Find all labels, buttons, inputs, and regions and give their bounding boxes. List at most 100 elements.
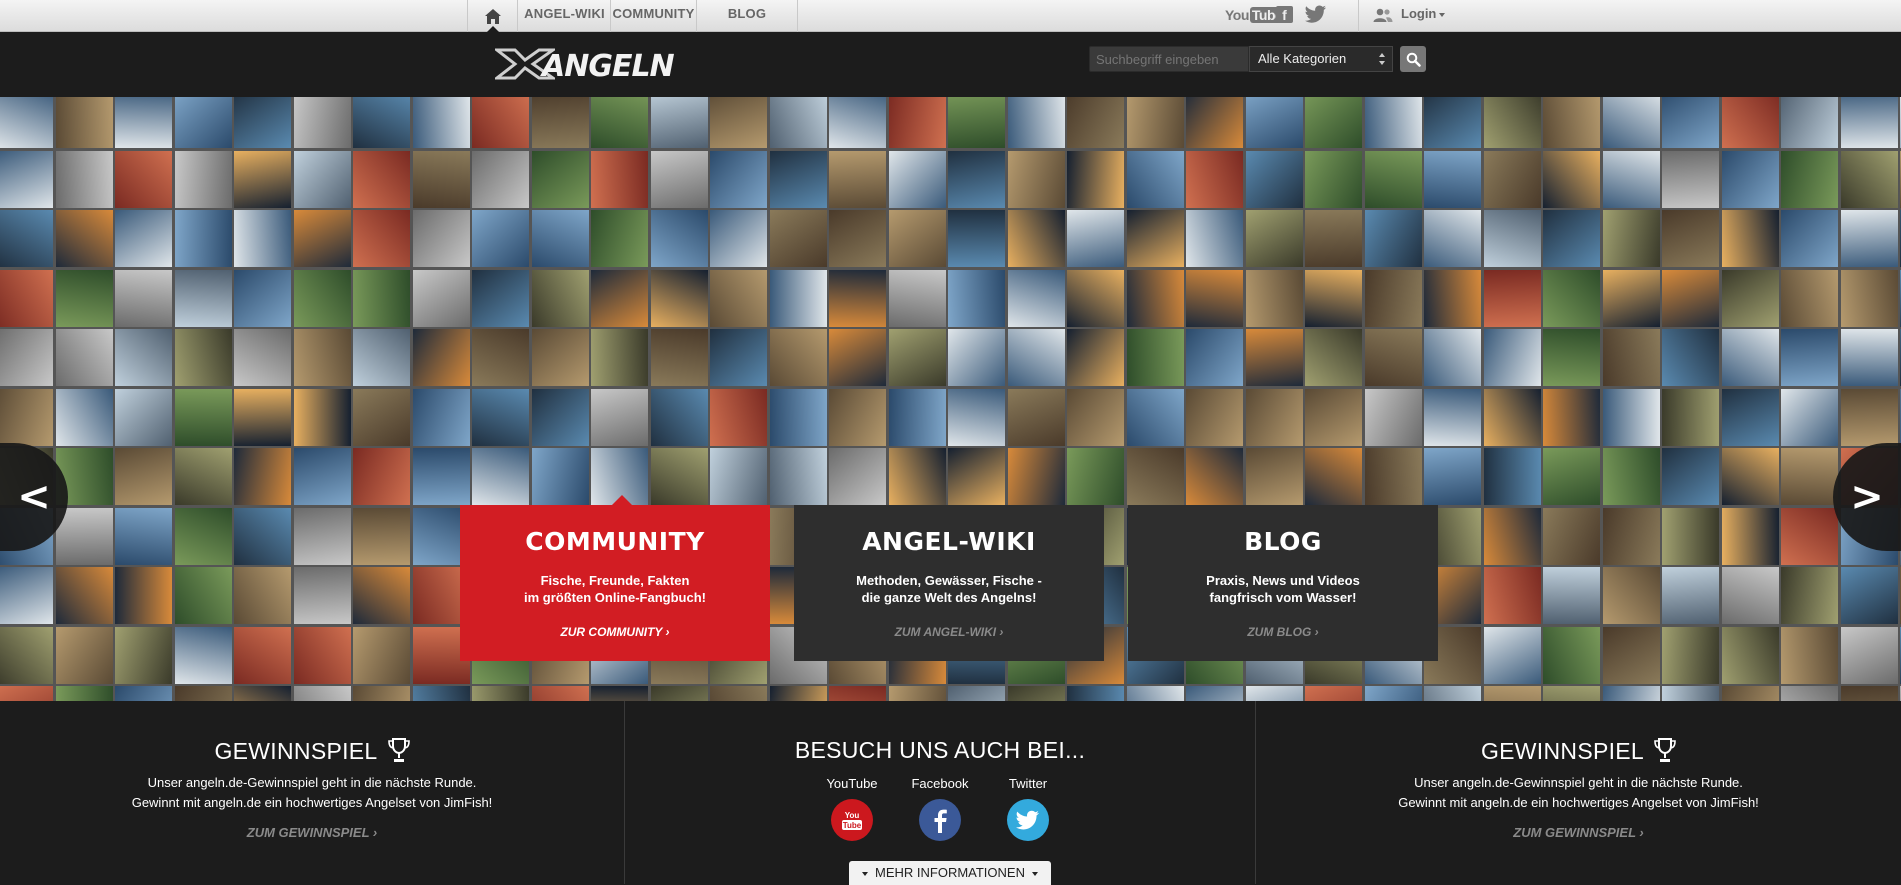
mosaic-photo-tile — [1662, 686, 1719, 701]
community-line-1: Fische, Freunde, Fakten — [540, 573, 690, 588]
mosaic-photo-tile — [1483, 388, 1541, 446]
mosaic-photo-tile — [1245, 97, 1303, 148]
mosaic-photo-tile — [1067, 388, 1124, 446]
mosaic-photo-tile — [472, 388, 529, 446]
contest-title: GEWINNSPIEL — [214, 737, 378, 764]
mosaic-photo-tile — [829, 686, 886, 701]
nav-community[interactable]: COMMUNITY — [611, 0, 697, 32]
wiki-link[interactable]: ZUM ANGEL-WIKI › — [794, 625, 1104, 639]
mosaic-photo-tile — [174, 626, 232, 684]
nav-blog[interactable]: BLOG — [697, 0, 798, 32]
mosaic-photo-tile — [1245, 388, 1303, 446]
mosaic-photo-tile — [1543, 329, 1600, 386]
mosaic-photo-tile — [1245, 150, 1303, 208]
mosaic-photo-tile — [829, 269, 886, 327]
mosaic-photo-tile — [1662, 329, 1719, 386]
mosaic-photo-tile — [1126, 686, 1184, 701]
mosaic-photo-tile — [948, 210, 1005, 267]
mosaic-photo-tile — [293, 97, 351, 148]
mosaic-photo-tile — [174, 269, 232, 327]
chevron-down-icon — [862, 871, 868, 876]
mosaic-photo-tile — [1007, 448, 1065, 505]
contest-title-row: GEWINNSPIEL — [1256, 737, 1901, 765]
mosaic-photo-tile — [888, 388, 946, 446]
trophy-icon — [387, 738, 410, 762]
mosaic-photo-tile — [1662, 448, 1719, 505]
mosaic-photo-tile — [0, 626, 53, 684]
contest-line-1: Unser angeln.de-Gewinnspiel geht in die … — [147, 775, 477, 790]
twitter-top-icon[interactable] — [1305, 5, 1327, 28]
contest-link[interactable]: ZUM GEWINNSPIEL › — [0, 825, 624, 840]
mosaic-photo-tile — [1067, 329, 1124, 386]
mosaic-photo-tile — [591, 686, 648, 701]
mosaic-photo-tile — [769, 388, 827, 446]
chevron-left-icon: < — [17, 474, 51, 520]
mosaic-photo-tile — [353, 448, 410, 505]
mosaic-photo-tile — [0, 329, 53, 386]
facebook-top-icon[interactable]: f — [1276, 6, 1293, 23]
blog-panel[interactable]: BLOG Praxis, News und Videos fangfrisch … — [1128, 505, 1438, 661]
twitter-link[interactable]: Twitter — [996, 776, 1060, 841]
mosaic-photo-tile — [293, 507, 351, 565]
mosaic-photo-tile — [1602, 97, 1660, 148]
mosaic-photo-tile — [1364, 210, 1422, 267]
more-info-button[interactable]: MEHR INFORMATIONEN — [849, 861, 1051, 885]
mosaic-photo-tile — [412, 97, 470, 148]
nav-angel-wiki[interactable]: ANGEL-WIKI — [519, 0, 611, 32]
mosaic-photo-tile — [650, 686, 708, 701]
mosaic-photo-tile — [234, 626, 291, 684]
mosaic-photo-tile — [353, 329, 410, 386]
contest-link[interactable]: ZUM GEWINNSPIEL › — [1256, 825, 1901, 840]
mosaic-photo-tile — [472, 150, 529, 208]
mosaic-photo-tile — [650, 269, 708, 327]
community-link[interactable]: ZUR COMMUNITY › — [460, 625, 770, 639]
facebook-link[interactable]: Facebook — [908, 776, 972, 841]
mosaic-photo-tile — [769, 97, 827, 148]
mosaic-photo-tile — [472, 269, 529, 327]
mosaic-photo-tile — [1840, 567, 1898, 624]
svg-text:You: You — [845, 811, 860, 820]
mosaic-photo-tile — [353, 97, 410, 148]
mosaic-photo-tile — [1602, 388, 1660, 446]
mosaic-photo-tile — [1840, 686, 1898, 701]
mosaic-photo-tile — [1840, 269, 1898, 327]
contest-line-2: Gewinnt mit angeln.de ein hochwertiges A… — [131, 795, 493, 810]
wiki-panel-text: Methoden, Gewässer, Fische - die ganze W… — [794, 572, 1104, 606]
angel-wiki-panel[interactable]: ANGEL-WIKI Methoden, Gewässer, Fische - … — [794, 505, 1104, 661]
footer-social: BESUCH UNS AUCH BEI... YouTube You Tube F… — [625, 701, 1255, 841]
mosaic-photo-tile — [353, 567, 410, 624]
mosaic-photo-tile — [293, 388, 351, 446]
mosaic-photo-tile — [174, 150, 232, 208]
mosaic-photo-tile — [234, 448, 291, 505]
search-button[interactable] — [1400, 46, 1426, 72]
mosaic-photo-tile — [1602, 329, 1660, 386]
mosaic-photo-tile — [1721, 388, 1779, 446]
blog-link[interactable]: ZUM BLOG › — [1128, 625, 1438, 639]
mosaic-photo-tile — [1424, 210, 1481, 267]
mosaic-photo-tile — [1543, 507, 1600, 565]
mosaic-photo-tile — [1840, 329, 1898, 386]
mosaic-photo-tile — [1007, 388, 1065, 446]
social-title: BESUCH UNS AUCH BEI... — [794, 737, 1086, 763]
mosaic-photo-tile — [591, 388, 648, 446]
mosaic-photo-tile — [1364, 150, 1422, 208]
search-input[interactable] — [1089, 46, 1249, 72]
youtube-link[interactable]: YouTube You Tube — [820, 776, 884, 841]
mosaic-photo-tile — [1424, 150, 1481, 208]
login-dropdown[interactable]: Login — [1358, 0, 1468, 32]
mosaic-photo-tile — [293, 567, 351, 624]
mosaic-photo-tile — [1602, 507, 1660, 565]
mosaic-photo-tile — [1483, 686, 1541, 701]
mosaic-photo-tile — [353, 150, 410, 208]
mosaic-photo-tile — [174, 329, 232, 386]
contest-line-2: Gewinnt mit angeln.de ein hochwertiges A… — [1398, 795, 1759, 810]
mosaic-photo-tile — [1781, 388, 1838, 446]
mosaic-photo-tile — [472, 97, 529, 148]
wiki-line-2: die ganze Welt des Angelns! — [861, 590, 1037, 605]
mosaic-photo-tile — [55, 210, 113, 267]
category-select[interactable]: Alle Kategorien — [1249, 46, 1393, 72]
community-panel[interactable]: COMMUNITY Fische, Freunde, Fakten im grö… — [460, 505, 770, 661]
top-navigation: ANGEL-WIKI COMMUNITY BLOG You Tube f Logi… — [0, 0, 1901, 32]
mosaic-photo-tile — [829, 448, 886, 505]
mosaic-photo-tile — [293, 329, 351, 386]
